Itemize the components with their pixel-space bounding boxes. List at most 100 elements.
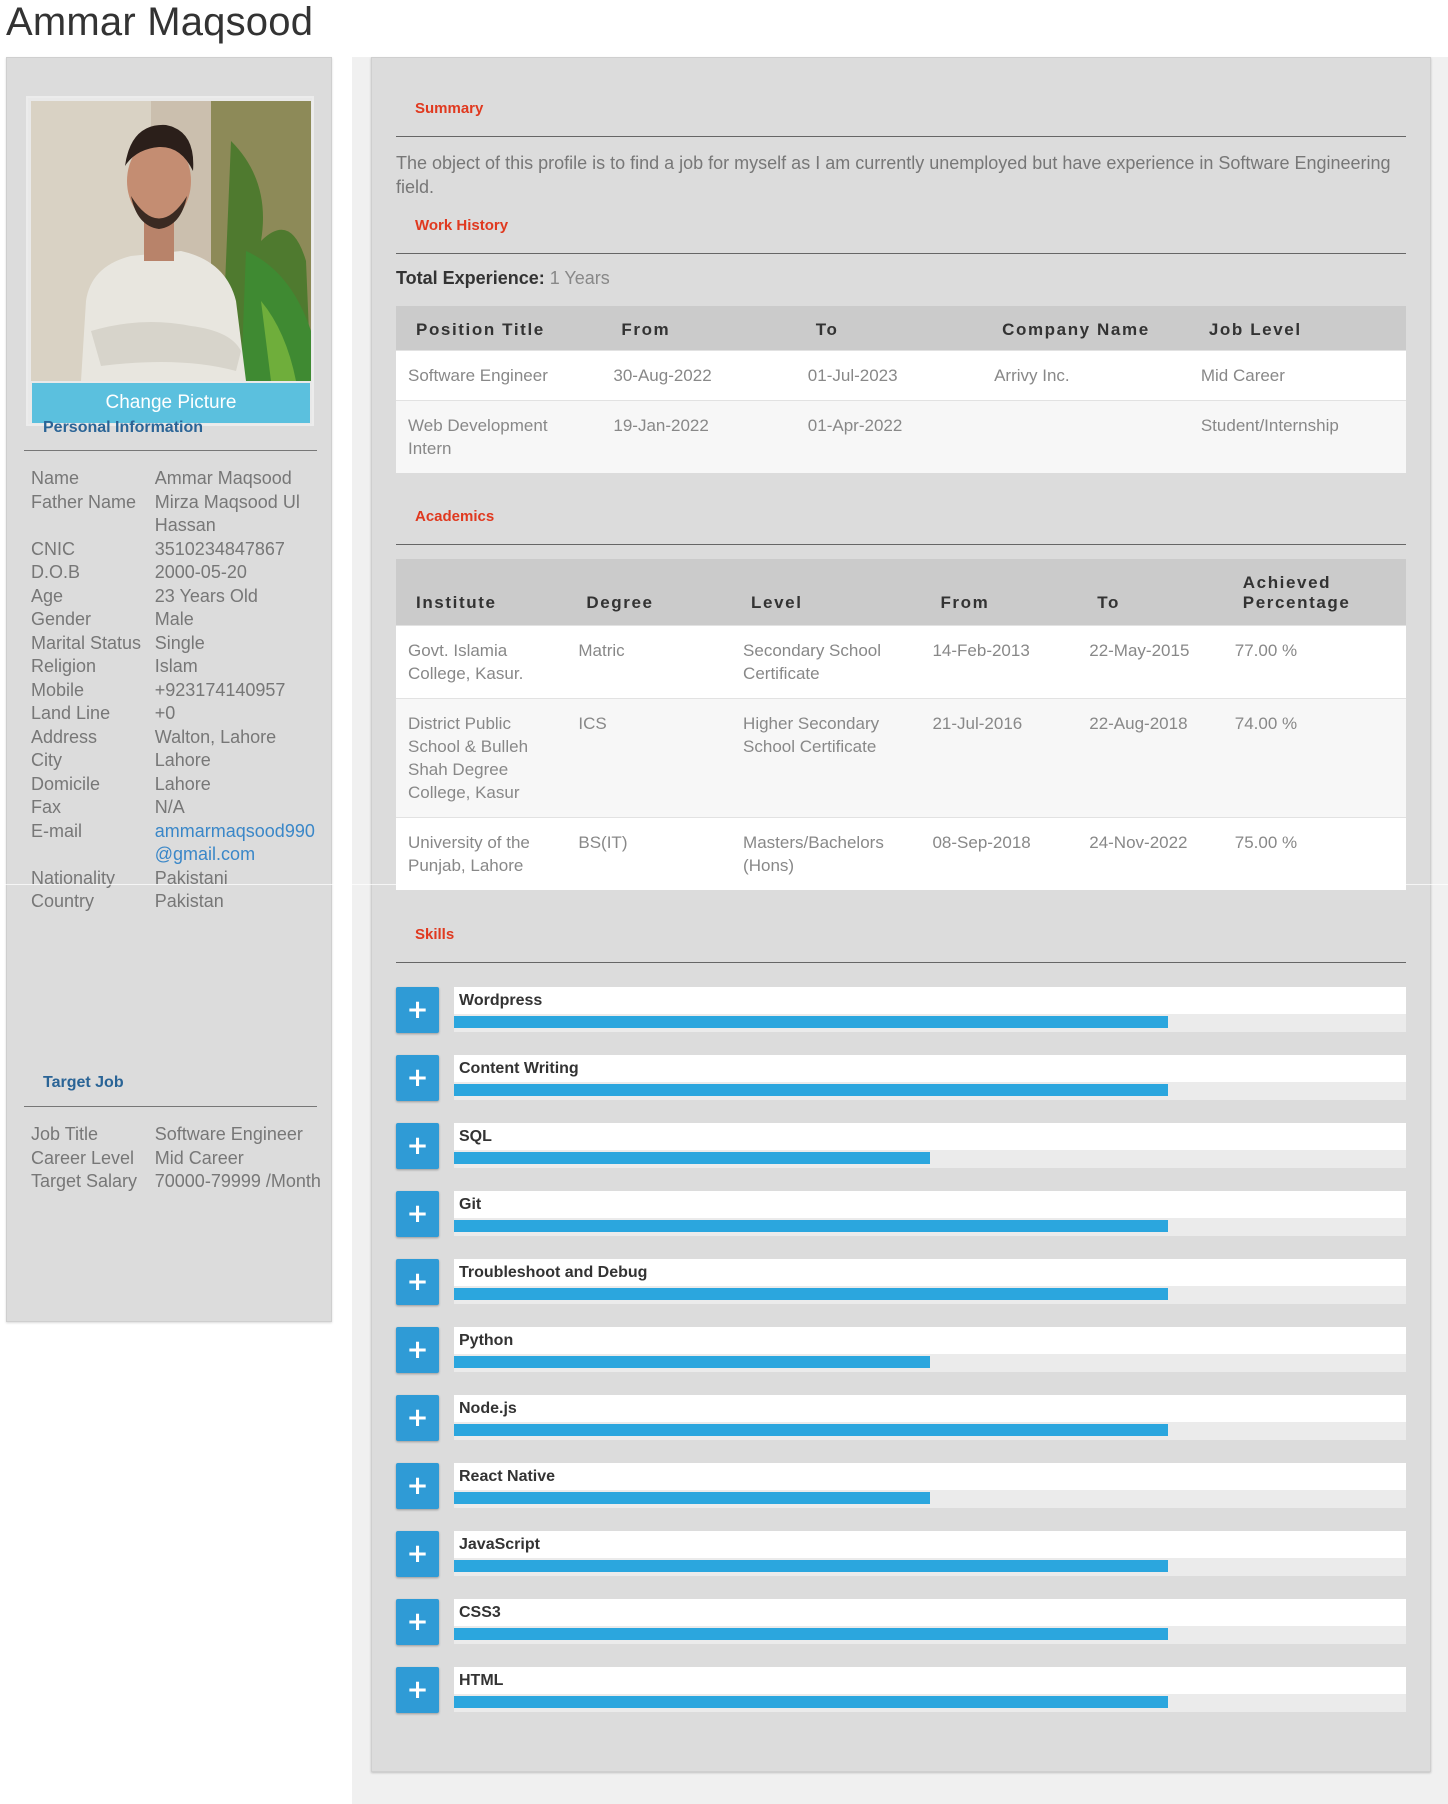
info-value: Software Engineer xyxy=(154,1124,303,1144)
table-cell-to: 22-May-2015 xyxy=(1077,624,1223,698)
column-header-to: To xyxy=(1077,559,1223,625)
skill-progress-fill xyxy=(454,1424,1168,1436)
column-header-company-name: Company Name xyxy=(982,306,1189,350)
summary-divider xyxy=(396,136,1406,137)
table-cell-position-title: Software Engineer xyxy=(396,349,602,400)
table-cell-from: 30-Aug-2022 xyxy=(601,349,796,400)
table-row: District Public School & Bulleh Shah Deg… xyxy=(396,697,1406,817)
page-title: Ammar Maqsood xyxy=(6,0,314,44)
summary-heading: Summary xyxy=(415,100,484,117)
academics-heading: Academics xyxy=(415,508,495,525)
table-cell-level: Secondary School Certificate xyxy=(731,624,921,698)
target-job-table: Job Title Software Engineer Career Level Mi… xyxy=(31,1123,331,1194)
info-value: Pakistan xyxy=(154,891,224,911)
column-header-degree: Degree xyxy=(566,559,732,625)
info-label: Country xyxy=(31,891,95,911)
info-value: 2000-05-20 xyxy=(154,562,247,582)
info-value: Ammar Maqsood xyxy=(154,468,292,488)
info-row-father-name: Father Name Mirza Maqsood Ul Hassan xyxy=(31,491,331,538)
skill-progress-fill xyxy=(454,1016,1168,1028)
info-row-city: City Lahore xyxy=(31,749,331,773)
info-label: E-mail xyxy=(31,820,83,841)
skill-name: Git xyxy=(459,1196,482,1213)
expand-skill-button[interactable]: + xyxy=(396,1667,439,1713)
skill-progress-fill xyxy=(454,1152,930,1164)
table-cell-to: 24-Nov-2022 xyxy=(1077,816,1223,890)
summary-text: The object of this profile is to find a … xyxy=(396,153,1391,197)
info-label: Gender xyxy=(31,609,92,629)
table-cell-job-level: Student/Internship xyxy=(1188,399,1406,473)
skill-progress-track xyxy=(454,1150,1406,1168)
expand-skill-button[interactable]: + xyxy=(396,1327,439,1373)
skill-progress-fill xyxy=(454,1628,1168,1640)
info-value: N/A xyxy=(154,797,185,817)
skill-name: HTML xyxy=(459,1672,504,1689)
expand-skill-button[interactable]: + xyxy=(396,1599,439,1645)
table-cell-job-level: Mid Career xyxy=(1188,349,1406,400)
table-cell-institute: District Public School & Bulleh Shah Deg… xyxy=(396,697,567,817)
academics-table: Institute Degree Level From To Achieved Perce… xyxy=(396,559,1406,890)
skills-divider xyxy=(396,962,1406,963)
info-row-nationality: Nationality Pakistani xyxy=(31,867,331,891)
info-value-cell: ammarmaqsood990@gmail.com xyxy=(155,820,331,867)
skill-progress-fill xyxy=(454,1492,930,1504)
skill-progress-fill xyxy=(454,1288,1168,1300)
skill-item-node-js: + Node.js xyxy=(396,1395,1406,1441)
table-cell-to: 01-Apr-2022 xyxy=(795,399,983,473)
info-label: D.O.B xyxy=(31,562,81,582)
info-label: Marital Status xyxy=(31,632,142,653)
skill-progress-track xyxy=(454,1626,1406,1644)
profile-photo-image xyxy=(31,101,311,381)
table-cell-from: 21-Jul-2016 xyxy=(920,697,1078,817)
main-panel: Summary The object of this profile is to… xyxy=(371,57,1431,1772)
total-experience-label: Total Experience: xyxy=(396,268,545,288)
change-picture-button[interactable]: Change Picture xyxy=(32,383,310,423)
info-row-job-title: Job Title Software Engineer xyxy=(31,1123,331,1147)
info-value: Pakistani xyxy=(154,867,228,888)
table-cell-level: Higher Secondary School Certificate xyxy=(731,697,921,817)
profile-sidebar: Change Picture Personal Information Name… xyxy=(6,57,332,1322)
info-label: Fax xyxy=(31,797,62,817)
skill-item-content-writing: + Content Writing xyxy=(396,1055,1406,1101)
expand-skill-button[interactable]: + xyxy=(396,1463,439,1509)
info-value: +923174140957 xyxy=(154,679,286,700)
table-cell-achieved-percentage: 74.00 % xyxy=(1222,697,1406,817)
table-cell-achieved-percentage: 75.00 % xyxy=(1222,816,1406,890)
expand-skill-button[interactable]: + xyxy=(396,1191,439,1237)
info-value: Mid Career xyxy=(154,1147,244,1168)
info-row-career-level: Career Level Mid Career xyxy=(31,1147,331,1171)
table-cell-company-name: Arrivy Inc. xyxy=(982,349,1189,400)
table-row: Software Engineer 30-Aug-2022 01-Jul-2023 A… xyxy=(396,349,1406,400)
skill-progress-fill xyxy=(454,1220,1168,1232)
expand-skill-button[interactable]: + xyxy=(396,1123,439,1169)
expand-skill-button[interactable]: + xyxy=(396,1531,439,1577)
info-value: Male xyxy=(154,609,194,629)
skill-progress-track xyxy=(454,1694,1406,1712)
expand-skill-button[interactable]: + xyxy=(396,1259,439,1305)
skill-progress-track xyxy=(454,1218,1406,1236)
skill-progress-track xyxy=(454,1422,1406,1440)
expand-skill-button[interactable]: + xyxy=(396,1395,439,1441)
info-value: Walton, Lahore xyxy=(154,726,277,747)
email-link[interactable]: ammarmaqsood990@gmail.com xyxy=(155,821,315,865)
expand-skill-button[interactable]: + xyxy=(396,987,439,1033)
table-cell-from: 08-Sep-2018 xyxy=(920,816,1078,890)
table-row: Web Development Intern 19-Jan-2022 01-Apr-… xyxy=(396,399,1406,473)
table-row: University of the Punjab, Lahore BS(IT) Ma… xyxy=(396,816,1406,890)
personal-information-table: Name Ammar Maqsood Father Name Mirza Maqsoo… xyxy=(31,467,331,914)
table-cell-from: 19-Jan-2022 xyxy=(601,399,796,473)
skill-progress-track xyxy=(454,1082,1406,1100)
expand-skill-button[interactable]: + xyxy=(396,1055,439,1101)
info-label: Father Name xyxy=(31,491,137,512)
table-header-row: Position Title From To Company Name Job Leve… xyxy=(396,306,1406,350)
info-value: Islam xyxy=(154,656,198,676)
info-label: CNIC xyxy=(31,538,75,559)
info-row-address: Address Walton, Lahore xyxy=(31,726,331,750)
skill-item-react-native: + React Native xyxy=(396,1463,1406,1509)
skill-progress-track xyxy=(454,1354,1406,1372)
info-row-age: Age 23 Years Old xyxy=(31,585,331,609)
skill-progress-track xyxy=(454,1014,1406,1032)
info-value: 23 Years Old xyxy=(154,585,258,606)
info-value: Lahore xyxy=(154,750,211,770)
info-value: Single xyxy=(154,632,205,653)
